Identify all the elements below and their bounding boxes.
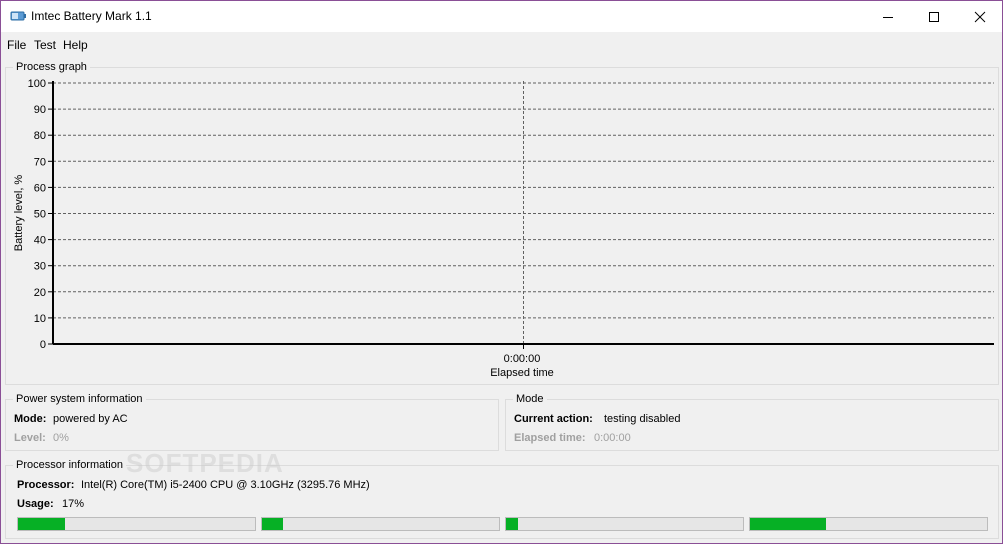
softpedia-watermark: SOFTPEDIA [126, 448, 284, 478]
battery-app-icon [10, 11, 26, 21]
y-tick-label-70: 70 [34, 156, 46, 168]
maximize-icon [929, 11, 939, 22]
y-tick-label-40: 40 [34, 235, 46, 247]
minimize-icon [883, 16, 893, 18]
current-action-label: Current action: [514, 413, 593, 425]
processor-group-title: Processor information [13, 459, 126, 472]
chart-x-axis-label: Elapsed time [490, 367, 554, 379]
title-bar: Imtec Battery Mark 1.1 [1, 1, 1002, 32]
y-tick-label-10: 10 [34, 313, 46, 325]
core-usage-fill-2 [262, 518, 284, 530]
menu-test[interactable]: Test [34, 38, 56, 52]
y-tick-label-80: 80 [34, 130, 46, 142]
y-tick-label-100: 100 [28, 78, 46, 90]
y-tick-label-50: 50 [34, 209, 46, 221]
menu-help[interactable]: Help [63, 38, 88, 52]
usage-value: 17% [62, 498, 85, 510]
core-usage-fill-1 [18, 518, 66, 530]
minimize-button[interactable] [865, 1, 911, 32]
core-usage-bar-1 [17, 517, 256, 531]
app-window: Imtec Battery Mark 1.1 File Test Help Pr… [0, 0, 1003, 544]
current-action-value: testing disabled [604, 413, 681, 425]
mode-label: Mode: [14, 413, 47, 425]
battery-chart: 0102030405060708090100 Battery level, % … [13, 78, 994, 379]
core-usage-fill-3 [506, 518, 518, 530]
chart-y-axis-label: Battery level, % [13, 175, 25, 252]
mode-value: powered by AC [53, 413, 128, 425]
chart-x-tick-label: 0:00:00 [504, 353, 541, 365]
y-tick-label-30: 30 [34, 261, 46, 273]
elapsed-time-value: 0:00:00 [594, 432, 631, 444]
y-tick-label-60: 60 [34, 182, 46, 194]
y-tick-label-20: 20 [34, 287, 46, 299]
y-tick-label-0: 0 [40, 339, 46, 351]
y-tick-label-90: 90 [34, 104, 46, 116]
core-usage-bar-3 [505, 517, 744, 531]
power-system-title: Power system information [13, 393, 146, 406]
processor-value: Intel(R) Core(TM) i5-2400 CPU @ 3.10GHz … [81, 479, 370, 491]
maximize-button[interactable] [911, 1, 957, 32]
usage-label: Usage: [17, 498, 54, 510]
core-usage-bar-2 [261, 517, 500, 531]
level-value: 0% [53, 432, 69, 444]
core-usage-fill-4 [750, 518, 826, 530]
mode-group-title: Mode [513, 393, 547, 406]
window-title: Imtec Battery Mark 1.1 [31, 9, 152, 23]
elapsed-time-label: Elapsed time: [514, 432, 586, 444]
level-label: Level: [14, 432, 46, 444]
power-system-group: Power system information [5, 393, 499, 451]
menu-bar: File Test Help [1, 32, 1002, 56]
close-button[interactable] [957, 1, 1003, 32]
close-icon [974, 11, 986, 22]
core-usage-bar-4 [749, 517, 988, 531]
menu-file[interactable]: File [7, 38, 26, 52]
processor-label: Processor: [17, 479, 75, 491]
